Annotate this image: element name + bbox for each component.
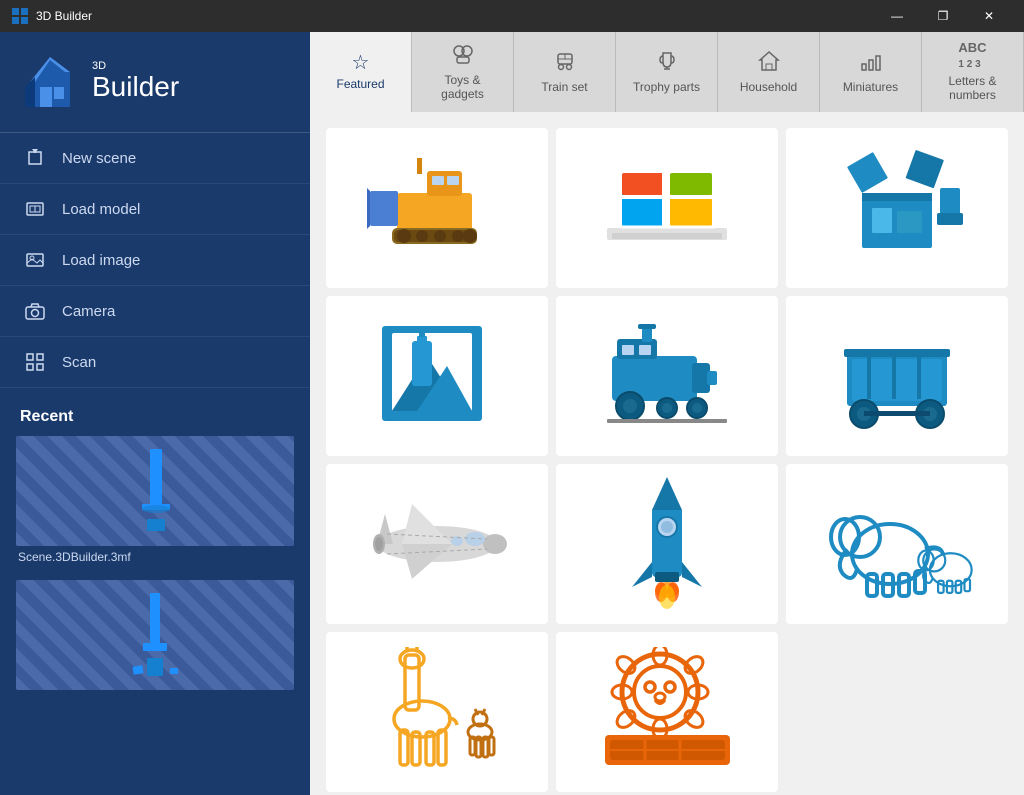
household-tab-icon (758, 50, 780, 76)
logo-text: 3D Builder (92, 61, 179, 103)
recent-model-1 (120, 444, 190, 539)
recent-item-1[interactable]: Scene.3DBuilder.3mf (16, 436, 294, 568)
grid-item-windows[interactable] (556, 128, 778, 288)
recent-heading: Recent (0, 388, 310, 436)
train-tab-label: Train set (541, 80, 587, 94)
close-button[interactable]: ✕ (966, 0, 1012, 32)
grid-item-giraffe[interactable] (326, 632, 548, 792)
shuttle-model (326, 464, 548, 624)
grid-item-train[interactable] (556, 296, 778, 456)
camera-icon (24, 300, 46, 322)
logo-builder-label: Builder (92, 72, 179, 103)
rocket-model (556, 464, 778, 624)
miniatures-tab-label: Miniatures (843, 80, 898, 94)
bulldozer-model (326, 128, 548, 288)
logo-graphic (20, 52, 80, 112)
grid-item-cart[interactable] (786, 296, 1008, 456)
miniatures-tab-icon (860, 50, 882, 76)
new-scene-label: New scene (62, 150, 136, 167)
grid-item-frame-bottle[interactable] (326, 296, 548, 456)
recent-thumb-1 (16, 436, 294, 546)
title-bar: 3D Builder — ❐ ✕ (0, 0, 1024, 32)
letters-tab-icon: ABC1 2 3 (958, 41, 986, 70)
tab-trophy[interactable]: Trophy parts (616, 32, 718, 112)
trophy-tab-icon (656, 50, 678, 76)
scan-label: Scan (62, 354, 96, 371)
sidebar: 3D Builder New scene (0, 32, 310, 795)
scan-icon (24, 351, 46, 373)
sidebar-logo: 3D Builder (0, 32, 310, 132)
featured-tab-label: Featured (336, 77, 384, 91)
cart-model (786, 296, 1008, 456)
elephant-model (786, 464, 1008, 624)
train-model (556, 296, 778, 456)
content-area: ☆ Featured Toys &gadgets (310, 32, 1024, 795)
window-controls: — ❐ ✕ (874, 0, 1012, 32)
trophy-tab-label: Trophy parts (633, 80, 700, 94)
letters-tab-label: Letters &numbers (948, 74, 996, 103)
toys-tab-label: Toys &gadgets (441, 73, 484, 102)
recent-model-2 (115, 588, 195, 683)
load-image-icon (24, 249, 46, 271)
app-title: 3D Builder (36, 9, 92, 23)
recent-label-1: Scene.3DBuilder.3mf (16, 546, 294, 568)
grid-item-shuttle[interactable] (326, 464, 548, 624)
windows-model (556, 128, 778, 288)
tab-toys[interactable]: Toys &gadgets (412, 32, 514, 112)
recent-label-2 (16, 690, 294, 698)
title-bar-left: 3D Builder (12, 8, 92, 24)
minimize-button[interactable]: — (874, 0, 920, 32)
train-tab-icon (554, 50, 576, 76)
grid-item-rocket[interactable] (556, 464, 778, 624)
grid-area (310, 112, 1024, 795)
grid-item-box-parts[interactable] (786, 128, 1008, 288)
tab-miniatures[interactable]: Miniatures (820, 32, 922, 112)
lion-model (556, 632, 778, 792)
maximize-button[interactable]: ❐ (920, 0, 966, 32)
toys-tab-icon (452, 43, 474, 69)
tab-featured[interactable]: ☆ Featured (310, 32, 412, 112)
recent-item-2[interactable] (16, 580, 294, 698)
recent-list: Scene.3DBuilder.3mf (0, 436, 310, 795)
app-icon (12, 8, 28, 24)
tab-train[interactable]: Train set (514, 32, 616, 112)
recent-thumb-2 (16, 580, 294, 690)
load-image-label: Load image (62, 252, 140, 269)
grid-item-bulldozer[interactable] (326, 128, 548, 288)
camera-label: Camera (62, 303, 115, 320)
tab-letters[interactable]: ABC1 2 3 Letters &numbers (922, 32, 1024, 112)
model-grid (326, 128, 1008, 792)
household-tab-label: Household (740, 80, 797, 94)
featured-tab-icon: ☆ (352, 53, 370, 73)
grid-item-lion[interactable] (556, 632, 778, 792)
frame-bottle-model (326, 296, 548, 456)
main-container: 3D Builder New scene (0, 32, 1024, 795)
load-model-label: Load model (62, 201, 140, 218)
sidebar-item-load-image[interactable]: Load image (0, 235, 310, 286)
sidebar-item-camera[interactable]: Camera (0, 286, 310, 337)
load-model-icon (24, 198, 46, 220)
tab-household[interactable]: Household (718, 32, 820, 112)
sidebar-item-scan[interactable]: Scan (0, 337, 310, 388)
box-parts-model (786, 128, 1008, 288)
grid-item-elephant[interactable] (786, 464, 1008, 624)
giraffe-model (326, 632, 548, 792)
new-scene-icon (24, 147, 46, 169)
tab-bar: ☆ Featured Toys &gadgets (310, 32, 1024, 112)
sidebar-item-load-model[interactable]: Load model (0, 184, 310, 235)
sidebar-item-new-scene[interactable]: New scene (0, 133, 310, 184)
sidebar-menu: New scene Load model (0, 132, 310, 388)
